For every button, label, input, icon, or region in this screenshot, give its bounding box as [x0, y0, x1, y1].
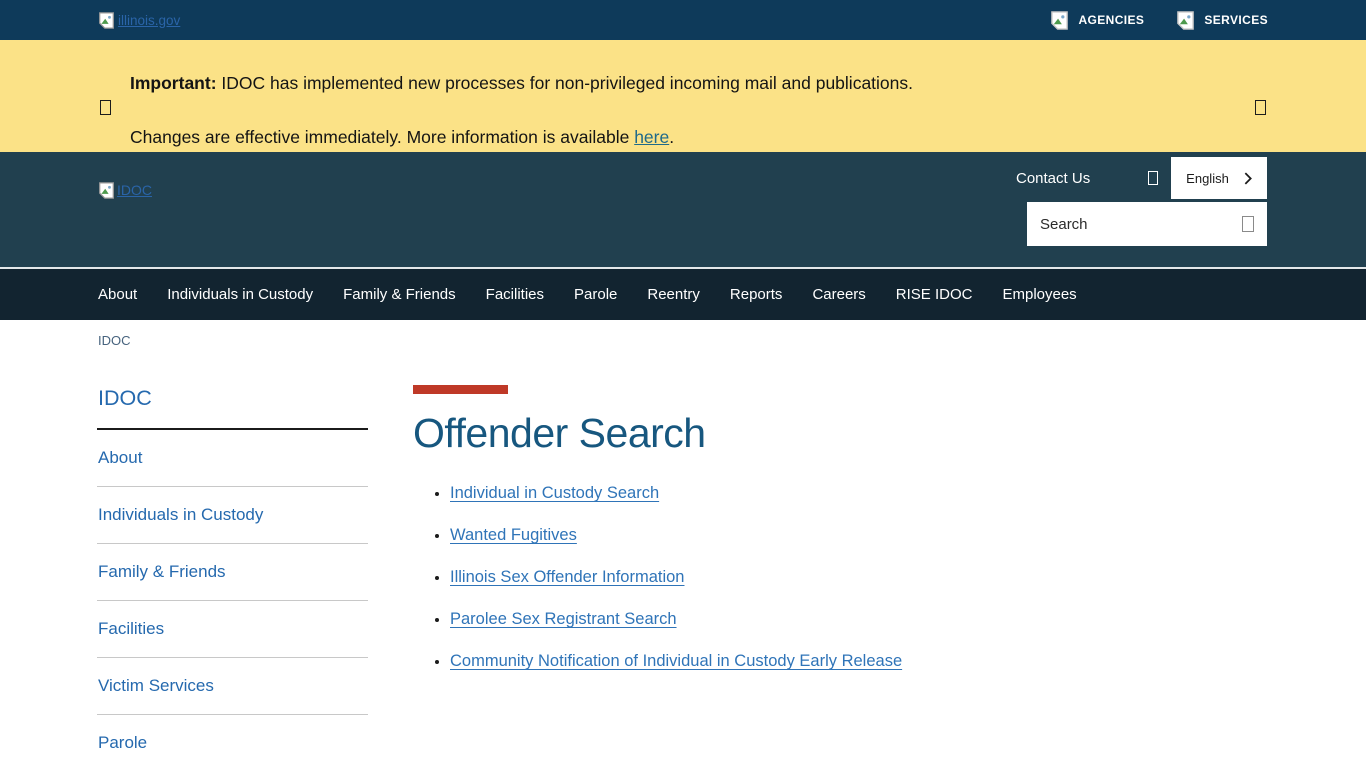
content: IDOC About Individuals in Custody Family… — [0, 348, 1366, 768]
sidebar-item-family-friends[interactable]: Family & Friends — [97, 544, 368, 601]
illinois-gov-label: illinois.gov — [118, 13, 180, 28]
agencies-label: AGENCIES — [1078, 13, 1144, 27]
nav-item-individuals-in-custody[interactable]: Individuals in Custody — [152, 269, 328, 320]
header-right: Contact Us English — [1027, 157, 1267, 267]
chevron-right-icon — [1244, 172, 1252, 185]
nav-item-careers[interactable]: Careers — [797, 269, 880, 320]
link-parolee-sex-registrant-search[interactable]: Parolee Sex Registrant Search — [450, 610, 677, 628]
idoc-logo-link[interactable]: IDOC — [98, 180, 152, 200]
nav-item-employees[interactable]: Employees — [987, 269, 1091, 320]
search-box — [1027, 202, 1267, 246]
sidebar-title-idoc[interactable]: IDOC — [97, 381, 368, 430]
link-illinois-sex-offender-information[interactable]: Illinois Sex Offender Information — [450, 568, 684, 586]
alert-line2-text: Changes are effective immediately. More … — [130, 127, 629, 147]
alert-important-label: Important: — [130, 73, 217, 93]
language-selector-button[interactable]: English — [1171, 157, 1267, 199]
header-utility-row: Contact Us English — [1027, 157, 1267, 199]
page-title: Offender Search — [413, 410, 902, 457]
nav-item-reentry[interactable]: Reentry — [632, 269, 715, 320]
main-content: Offender Search Individual in Custody Se… — [413, 385, 902, 768]
sidebar: IDOC About Individuals in Custody Family… — [97, 381, 368, 768]
sidebar-item-about[interactable]: About — [97, 430, 368, 487]
nav-item-facilities[interactable]: Facilities — [471, 269, 559, 320]
accent-bar — [413, 385, 508, 394]
alert-message-line2: Changes are effective immediately. More … — [130, 128, 1236, 147]
services-link[interactable]: SERVICES — [1176, 11, 1268, 30]
agencies-link[interactable]: AGENCIES — [1050, 11, 1144, 30]
services-label: SERVICES — [1204, 13, 1268, 27]
link-wanted-fugitives[interactable]: Wanted Fugitives — [450, 526, 577, 544]
nav-item-family-friends[interactable]: Family & Friends — [328, 269, 471, 320]
illinois-gov-link[interactable]: illinois.gov — [98, 12, 180, 29]
nav-item-parole[interactable]: Parole — [559, 269, 632, 320]
nav-item-about[interactable]: About — [83, 269, 152, 320]
broken-image-icon — [98, 12, 115, 29]
top-utility-bar: illinois.gov AGENCIES SERVICES — [0, 0, 1366, 40]
site-header: IDOC Contact Us English — [0, 152, 1366, 267]
breadcrumb-idoc[interactable]: IDOC — [98, 333, 131, 348]
list-item: Parolee Sex Registrant Search — [450, 610, 902, 629]
link-community-notification-early-release[interactable]: Community Notification of Individual in … — [450, 652, 902, 670]
search-icon[interactable] — [1242, 216, 1254, 232]
alert-icon — [100, 100, 111, 115]
list-item: Wanted Fugitives — [450, 526, 902, 545]
list-item: Illinois Sex Offender Information — [450, 568, 902, 587]
alert-banner: Important: IDOC has implemented new proc… — [0, 40, 1366, 152]
idoc-logo-label: IDOC — [117, 182, 152, 198]
sidebar-item-facilities[interactable]: Facilities — [97, 601, 368, 658]
primary-nav: About Individuals in Custody Family & Fr… — [0, 267, 1366, 320]
language-label: English — [1186, 171, 1229, 186]
sidebar-item-parole[interactable]: Parole — [97, 715, 368, 768]
alert-here-link[interactable]: here — [634, 127, 669, 147]
offender-search-links: Individual in Custody Search Wanted Fugi… — [450, 484, 902, 671]
contact-us-link[interactable]: Contact Us — [1016, 170, 1090, 187]
sidebar-item-individuals-in-custody[interactable]: Individuals in Custody — [97, 487, 368, 544]
link-individual-in-custody-search[interactable]: Individual in Custody Search — [450, 484, 659, 502]
list-item: Individual in Custody Search — [450, 484, 902, 503]
breadcrumb: IDOC — [0, 320, 1366, 348]
search-input[interactable] — [1040, 216, 1242, 233]
globe-icon — [1148, 171, 1158, 185]
list-item: Community Notification of Individual in … — [450, 652, 902, 671]
close-icon[interactable] — [1255, 100, 1266, 115]
nav-item-rise-idoc[interactable]: RISE IDOC — [881, 269, 988, 320]
broken-image-icon — [1176, 11, 1195, 30]
alert-message-line1: Important: IDOC has implemented new proc… — [130, 74, 1236, 93]
broken-image-icon — [1050, 11, 1069, 30]
page: illinois.gov AGENCIES SERVICES — [0, 0, 1366, 768]
alert-line1-text: IDOC has implemented new processes for n… — [221, 73, 913, 93]
topbar-links: AGENCIES SERVICES — [1050, 11, 1268, 30]
sidebar-item-victim-services[interactable]: Victim Services — [97, 658, 368, 715]
broken-image-icon — [98, 182, 115, 199]
alert-line2-suffix: . — [669, 127, 674, 147]
nav-item-reports[interactable]: Reports — [715, 269, 798, 320]
